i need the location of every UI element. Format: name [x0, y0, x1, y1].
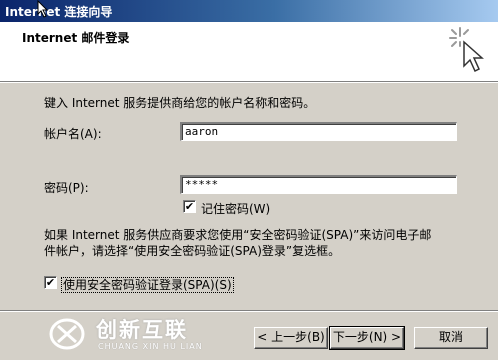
instruction-text: 键入 Internet 服务提供商给您的帐户名称和密码。	[44, 96, 316, 110]
account-name-label: 帐户名(A):	[44, 127, 102, 141]
watermark-logo: 创新互联 CHUANG XIN HU LIAN	[40, 312, 250, 358]
password-input[interactable]: *****	[180, 175, 457, 194]
page-title: Internet 邮件登录	[22, 31, 130, 45]
watermark-name: 创新互联	[96, 318, 188, 342]
header-separator	[0, 82, 498, 83]
mouse-cursor-icon	[37, 0, 49, 18]
remember-password-label[interactable]: 记住密码(W)	[201, 200, 270, 217]
title-bar: Internet 连接向导	[0, 0, 498, 22]
remember-password-checkbox[interactable]: ✔	[183, 200, 196, 213]
spa-login-label[interactable]: 使用安全密码验证登录(SPA)(S)	[61, 276, 234, 293]
next-button[interactable]: 下一步(N) >	[329, 326, 405, 350]
spa-note-line2: 件帐户，请选择“使用安全密码验证(SPA)登录”复选框。	[44, 244, 341, 258]
cancel-button[interactable]: 取消	[414, 327, 488, 349]
spa-note-line1: 如果 Internet 服务供应商要求您使用“安全密码验证(SPA)”来访问电子…	[44, 228, 432, 242]
back-button[interactable]: < 上一步(B)	[254, 327, 328, 349]
password-label: 密码(P):	[44, 181, 89, 195]
spa-login-checkbox[interactable]: ✔	[44, 276, 57, 289]
watermark-logo-icon	[49, 318, 85, 350]
account-name-input[interactable]: aaron	[180, 122, 457, 141]
window-title: Internet 连接向导	[5, 5, 113, 19]
wizard-header: Internet 邮件登录	[0, 22, 498, 82]
spa-login-label-text[interactable]: 使用安全密码验证登录(SPA)(S)	[61, 277, 234, 293]
watermark-subtitle: CHUANG XIN HU LIAN	[98, 342, 203, 351]
sparkle-cursor-icon	[449, 27, 484, 73]
